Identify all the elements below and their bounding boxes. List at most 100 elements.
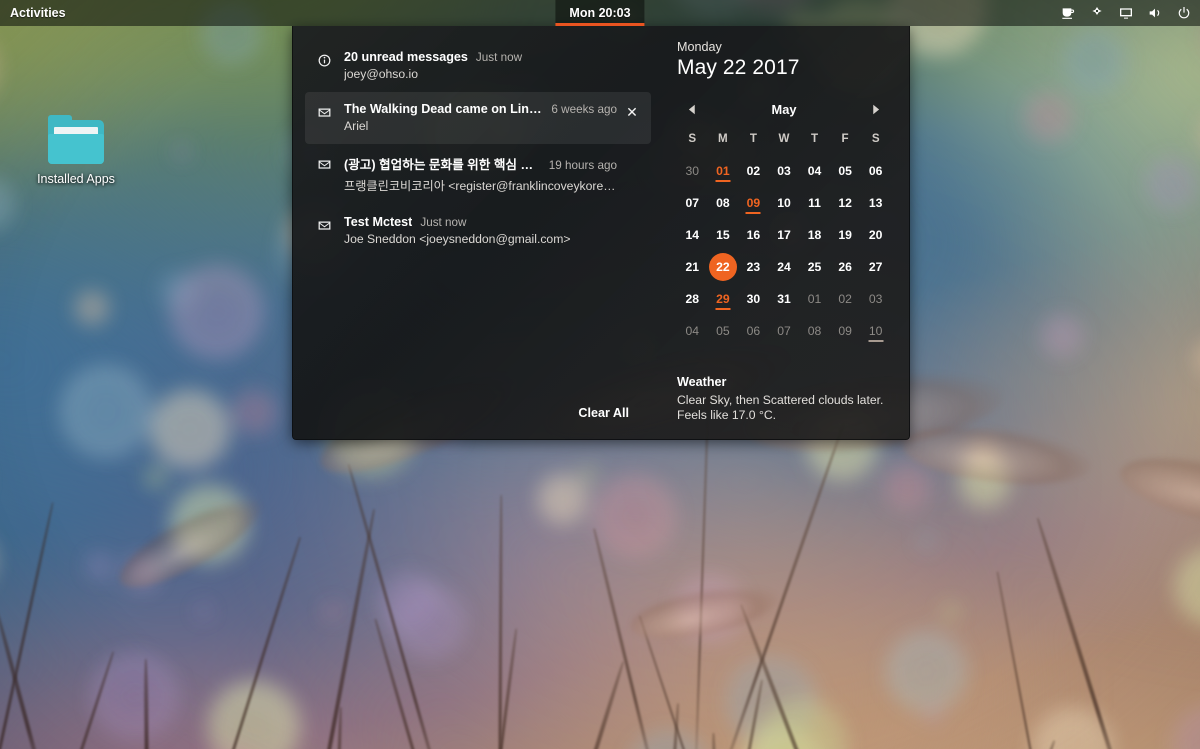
calendar-day-today[interactable]: 22 (708, 253, 737, 281)
calendar-day-button[interactable]: 23 (739, 253, 767, 281)
notification-header: The Walking Dead came on Linux! 6 weeks a… (344, 102, 617, 116)
calendar-day-button[interactable]: 30 (678, 157, 706, 185)
desktop-icon-installed-apps[interactable]: Installed Apps (30, 115, 122, 187)
calendar-day-button[interactable]: 05 (709, 317, 737, 345)
calendar-day-cell: 26 (830, 251, 861, 283)
calendar-date-label: May 22 2017 (677, 56, 800, 79)
notification-title: The Walking Dead came on Linux! (344, 102, 544, 116)
calendar-day-cell: 28 (677, 283, 708, 315)
calendar-day-cell: 17 (769, 219, 800, 251)
calendar-day-button[interactable]: 27 (862, 253, 890, 281)
calendar-day-cell: 07 (769, 315, 800, 347)
calendar-day-cell: 31 (769, 283, 800, 315)
calendar-day-button[interactable]: 04 (678, 317, 706, 345)
calendar-day-button[interactable]: 24 (770, 253, 798, 281)
notification-timestamp: 19 hours ago (548, 159, 617, 172)
notification-row[interactable]: 20 unread messagesJust nowjoey@ohso.io✕ (305, 40, 651, 92)
calendar-day-button[interactable]: 20 (862, 221, 890, 249)
calendar-day-cell: 15 (708, 219, 739, 251)
calendar-day-cell: 20 (860, 219, 891, 251)
calendar-day-button[interactable]: 25 (801, 253, 829, 281)
calendar-day-cell: 22 (708, 251, 739, 283)
calendar-day-button[interactable]: 12 (831, 189, 859, 217)
notification-subtitle: joey@ohso.io (344, 67, 419, 81)
calendar-day-cell: 02 (830, 283, 861, 315)
calendar-day-cell: 06 (738, 315, 769, 347)
activities-button[interactable]: Activities (0, 0, 78, 26)
calendar-day-button[interactable]: 02 (739, 157, 767, 185)
calendar-day-rows: 30 01 02 03 04 05 06 07 08 09 10 11 12 13 14 15 16 17 18 19… (677, 155, 891, 347)
calendar-day-button[interactable]: 06 (862, 157, 890, 185)
calendar-day-button[interactable]: 09 (739, 189, 767, 217)
calendar-day-button[interactable]: 08 (709, 189, 737, 217)
clock-label: Mon 20:03 (569, 6, 631, 20)
calendar-month-label: May (771, 101, 797, 117)
status-menu-button[interactable] (1060, 0, 1192, 26)
calendar-day-button[interactable]: 18 (801, 221, 829, 249)
prev-month-button[interactable] (683, 100, 701, 118)
calendar-day-cell: 27 (860, 251, 891, 283)
calendar-day-button[interactable]: 16 (739, 221, 767, 249)
calendar-day-button[interactable]: 30 (739, 285, 767, 313)
display-icon[interactable] (1118, 5, 1134, 21)
desktop-icon-area: Installed Apps (30, 115, 122, 187)
calendar-day-cell: 21 (677, 251, 708, 283)
calendar-day-cell: 05 (708, 315, 739, 347)
calendar-day-button[interactable]: 10 (862, 317, 890, 345)
calendar-day-button[interactable]: 05 (831, 157, 859, 185)
calendar-day-button[interactable]: 07 (678, 189, 706, 217)
notification-timestamp: Just now (420, 216, 467, 229)
calendar-day-cell: 10 (860, 315, 891, 347)
notification-close-icon[interactable]: ✕ (623, 103, 641, 121)
calendar-day-button[interactable]: 31 (770, 285, 798, 313)
notification-header: Test Mctest Just now (344, 215, 617, 229)
calendar-day-cell: 06 (860, 155, 891, 187)
calendar-day-button[interactable]: 11 (801, 189, 829, 217)
calendar-day-button[interactable]: 09 (831, 317, 859, 345)
calendar-day-button[interactable]: 14 (678, 221, 706, 249)
calendar-day-button[interactable]: 06 (739, 317, 767, 345)
calendar-day-button[interactable]: 01 (801, 285, 829, 313)
calendar-day-button[interactable]: 19 (831, 221, 859, 249)
notification-row[interactable]: The Walking Dead came on Linux! 6 weeks a… (305, 92, 651, 144)
clear-all-button[interactable]: Clear All (568, 401, 639, 425)
caffeine-icon[interactable] (1060, 5, 1076, 21)
calendar-week-row: 28 29 30 31 01 02 03 (677, 283, 891, 315)
calendar-day-button[interactable]: 08 (801, 317, 829, 345)
calendar-day-button[interactable]: 03 (862, 285, 890, 313)
notification-timestamp: Just now (475, 51, 523, 64)
calendar-week-row: 14 15 16 17 18 19 20 (677, 219, 891, 251)
calendar-day-cell: 07 (677, 187, 708, 219)
calendar-week-row: 07 08 09 10 11 12 13 (677, 187, 891, 219)
calendar-day-button[interactable]: 15 (709, 221, 737, 249)
calendar-day-cell: 11 (799, 187, 830, 219)
info-icon (315, 51, 333, 69)
calendar-day-cell: 14 (677, 219, 708, 251)
calendar-month-nav: May (677, 100, 891, 118)
calendar-weekday-header: F (841, 132, 849, 145)
calendar-day-button[interactable]: 28 (678, 285, 706, 313)
notification-row[interactable]: (광고) 협업하는 문화를 위한 핵심 요소 ... 19 hours ago 프랭… (305, 144, 651, 205)
calendar-day-button[interactable]: 04 (801, 157, 829, 185)
location-icon[interactable] (1089, 5, 1105, 21)
calendar-day-button[interactable]: 01 (709, 157, 737, 185)
notification-body: Test Mctest Just now Joe Sneddon <joeysned… (344, 215, 617, 246)
calendar-day-button[interactable]: 17 (770, 221, 798, 249)
calendar-day-button[interactable]: 07 (770, 317, 798, 345)
folder-icon (48, 115, 104, 164)
calendar-day-button[interactable]: 26 (831, 253, 859, 281)
calendar-day-button[interactable]: 02 (831, 285, 859, 313)
calendar-day-button[interactable]: 29 (709, 285, 737, 313)
calendar-day-button[interactable]: 13 (862, 189, 890, 217)
calendar-day-button[interactable]: 21 (678, 253, 706, 281)
top-bar: Activities Mon 20:03 (0, 0, 1200, 26)
next-month-button[interactable] (867, 100, 885, 118)
volume-icon[interactable] (1147, 5, 1163, 21)
clock-menu-button[interactable]: Mon 20:03 (555, 0, 645, 26)
desktop-icon-label: Installed Apps (37, 172, 115, 186)
notification-row[interactable]: Test Mctest Just now Joe Sneddon <joeysned… (305, 205, 651, 257)
calendar-day-cell: 18 (799, 219, 830, 251)
power-icon[interactable] (1176, 5, 1192, 21)
calendar-day-button[interactable]: 03 (770, 157, 798, 185)
calendar-day-button[interactable]: 10 (770, 189, 798, 217)
